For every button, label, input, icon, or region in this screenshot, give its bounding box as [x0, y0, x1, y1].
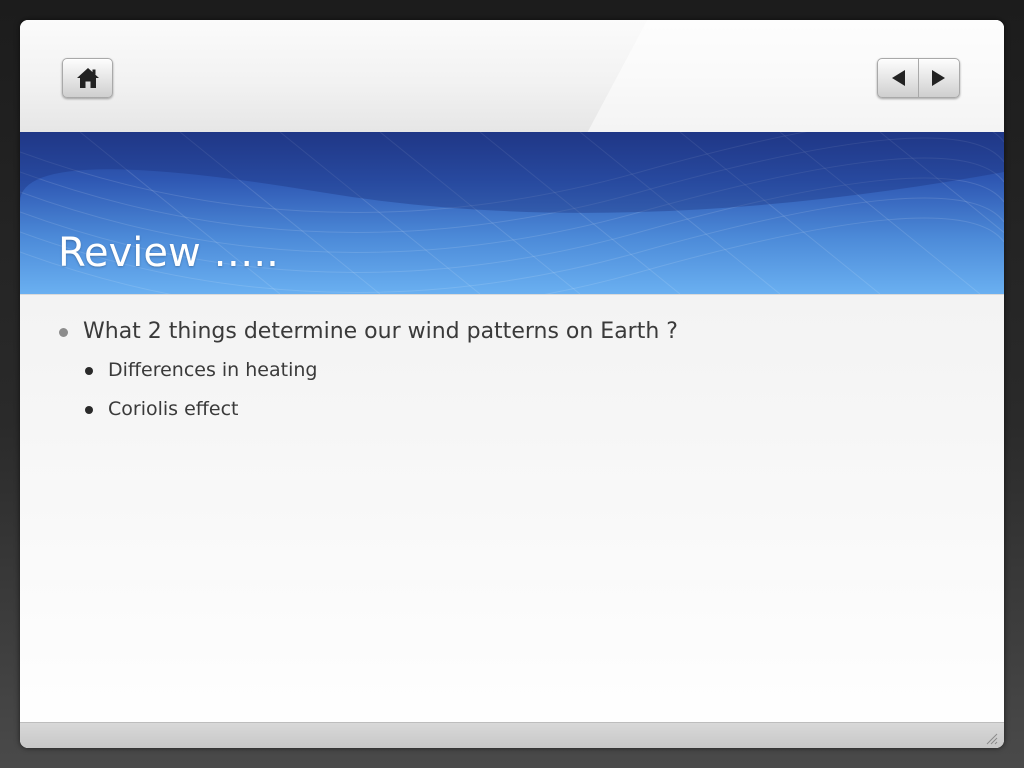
sub-bullet-list: Differences in heating Coriolis effect [56, 358, 956, 421]
sub-bullet-item: Differences in heating [56, 358, 956, 382]
sub-bullet-item: Coriolis effect [56, 397, 956, 421]
slide-header-band [20, 20, 1004, 132]
bullet-item: What 2 things determine our wind pattern… [56, 318, 956, 346]
slide-footer-bar [20, 722, 1004, 748]
previous-slide-button[interactable] [878, 59, 918, 97]
slide: Review ….. What 2 things determine our w… [20, 20, 1004, 748]
title-band: Review ….. [20, 132, 1004, 294]
triangle-left-icon [892, 70, 905, 86]
home-button[interactable] [62, 58, 113, 98]
prev-next-buttons [877, 58, 960, 98]
triangle-right-icon [932, 70, 945, 86]
slide-content: What 2 things determine our wind pattern… [56, 318, 956, 436]
next-slide-button[interactable] [918, 59, 959, 97]
resize-grip-icon[interactable] [984, 731, 998, 745]
slide-title: Review ….. [58, 230, 279, 276]
home-icon [77, 68, 99, 88]
